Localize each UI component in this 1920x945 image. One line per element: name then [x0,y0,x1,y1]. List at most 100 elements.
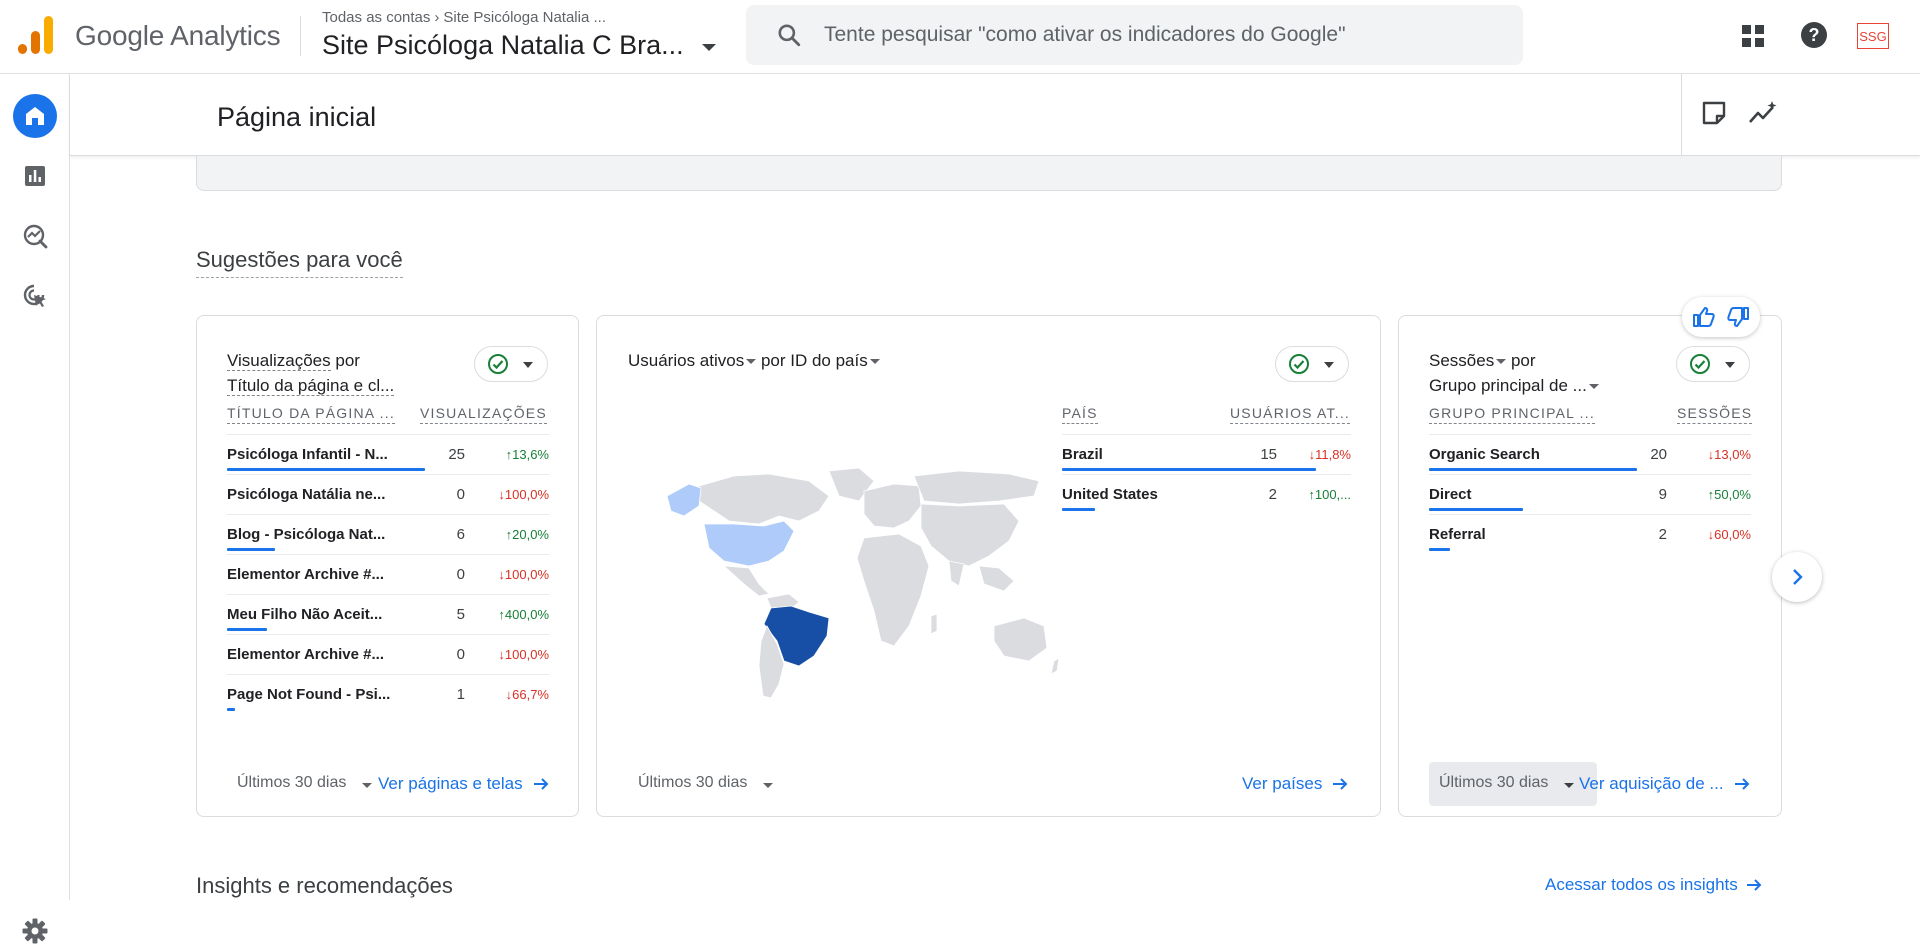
map-region-new-zealand[interactable] [1050,657,1059,675]
nav-reports[interactable] [13,154,57,198]
caret-down-icon [1725,361,1735,368]
caret-down-icon [746,359,757,365]
title-by: por [1510,351,1536,370]
date-range-label: Últimos 30 dias [237,774,347,791]
map-region-canada[interactable] [698,473,830,525]
row-label: Psicóloga Natália ne... [227,486,386,503]
row-change: ↑100,... [1308,487,1351,502]
breadcrumb-accounts[interactable]: Todas as contas [322,9,430,26]
all-insights-link[interactable]: Acessar todos os insights [1545,875,1762,895]
map-region-russia[interactable] [913,470,1040,505]
metric-selector[interactable]: Usuários ativos [628,351,757,370]
row-value: 15 [1260,446,1277,463]
table-row[interactable]: Elementor Archive #... 0 ↓100,0% [227,634,549,674]
search-input[interactable] [824,23,1464,47]
card-status-menu[interactable] [1676,346,1750,382]
world-map[interactable] [659,466,1059,706]
row-share-bar [227,468,425,471]
row-change: ↓60,0% [1707,527,1751,542]
date-range-selector[interactable]: Últimos 30 dias [638,774,774,792]
map-region-mexico[interactable] [722,565,770,597]
caret-down-icon [1496,359,1507,365]
thumbs-up-icon[interactable] [1692,305,1716,329]
insights-sparkle-icon[interactable] [1748,100,1778,126]
row-change: ↓100,0% [498,487,549,502]
table-row[interactable]: Brazil 15 ↓11,8% [1062,434,1351,474]
explore-icon [23,224,48,249]
nav-advertising[interactable] [13,274,57,318]
row-label: Page Not Found - Psi... [227,686,391,703]
map-region-usa[interactable] [703,520,795,567]
row-value: 0 [456,486,465,503]
table-row[interactable]: Page Not Found - Psi... 1 ↓66,7% [227,674,549,714]
nav-explore[interactable] [13,214,57,258]
dimension-selector[interactable]: Grupo principal de ... [1429,376,1599,395]
metric-selector[interactable]: Sessões [1429,351,1507,370]
breadcrumb-property[interactable]: Site Psicóloga Natalia ... [443,9,606,26]
settings-gear-icon[interactable] [21,917,49,945]
bar-chart-icon [25,166,45,186]
view-countries-link[interactable]: Ver países [1242,774,1348,794]
table-row[interactable]: Referral 2 ↓60,0% [1429,514,1751,554]
nav-home[interactable] [13,94,57,138]
card-title: Visualizações por Título da página e cl.… [227,348,395,398]
help-icon[interactable]: ? [1800,21,1828,49]
card-status-menu[interactable] [1275,346,1349,382]
map-region-madagascar[interactable] [930,613,938,635]
metric-selector[interactable]: Visualizações [227,351,331,371]
link-label: Ver aquisição de ... [1579,774,1724,793]
row-change: ↑50,0% [1707,487,1751,502]
col-header-dimension[interactable]: GRUPO PRINCIPAL ... [1429,405,1595,424]
map-region-india[interactable] [948,560,965,587]
map-region-australia[interactable] [993,617,1048,662]
table-row[interactable]: Psicóloga Natália ne... 0 ↓100,0% [227,474,549,514]
table-row[interactable]: Direct 9 ↑50,0% [1429,474,1751,514]
map-region-europe[interactable] [863,483,922,529]
row-share-bar [227,708,235,711]
date-range-label: Últimos 30 dias [638,774,748,791]
breadcrumb[interactable]: Todas as contas › Site Psicóloga Natalia… [322,9,606,26]
apps-grid-icon[interactable] [1741,24,1765,48]
dimension-selector[interactable]: por ID do país [761,351,880,370]
carousel-next-button[interactable] [1772,552,1822,602]
cursor-target-icon [23,284,46,307]
property-selector[interactable]: Site Psicóloga Natalia C Bra... [322,30,716,61]
map-region-southeast-asia[interactable] [978,565,1015,592]
col-header-dimension[interactable]: TÍTULO DA PÁGINA ... [227,405,395,424]
row-share-bar [1062,508,1096,511]
col-header-dimension[interactable]: PAÍS [1062,405,1098,424]
table-row[interactable]: Psicóloga Infantil - N... 25 ↑13,6% [227,434,549,474]
row-label: Meu Filho Não Aceit... [227,606,383,623]
thumbs-down-icon[interactable] [1726,305,1750,329]
caret-down-icon [763,782,774,788]
date-range-selector[interactable]: Últimos 30 dias [237,774,373,792]
table-row[interactable]: Meu Filho Não Aceit... 5 ↑400,0% [227,594,549,634]
card-pages-views: Visualizações por Título da página e cl.… [196,315,579,817]
note-icon[interactable] [1701,100,1727,126]
link-label: Ver páginas e telas [378,774,523,793]
row-share-bar [1429,548,1450,551]
view-acquisition-link[interactable]: Ver aquisição de ... [1579,774,1750,794]
view-pages-link[interactable]: Ver páginas e telas [378,774,549,794]
col-header-metric[interactable]: SESSÕES [1677,405,1753,424]
search-bar[interactable] [746,5,1523,65]
map-region-asia[interactable] [920,503,1020,567]
table-row[interactable]: Elementor Archive #... 0 ↓100,0% [227,554,549,594]
dimension-selector[interactable]: Título da página e cl... [227,376,395,396]
row-share-bar [1062,468,1316,471]
table-row[interactable]: Organic Search 20 ↓13,0% [1429,434,1751,474]
col-header-metric[interactable]: VISUALIZAÇÕES [420,405,547,424]
link-label: Acessar todos os insights [1545,875,1738,894]
date-range-selector[interactable]: Últimos 30 dias [1439,774,1575,792]
col-header-metric[interactable]: USUÁRIOS AT... [1230,405,1351,424]
account-avatar[interactable]: SSG [1857,23,1889,49]
caret-down-icon [523,361,533,368]
card-status-menu[interactable] [474,346,548,382]
table-row[interactable]: United States 2 ↑100,... [1062,474,1351,514]
table-row[interactable]: Blog - Psicóloga Nat... 6 ↑20,0% [227,514,549,554]
map-region-africa[interactable] [856,533,930,647]
home-icon [26,107,44,125]
analytics-logo-icon[interactable] [18,16,54,54]
row-value: 2 [1658,526,1667,543]
map-region-alaska[interactable] [666,483,702,517]
